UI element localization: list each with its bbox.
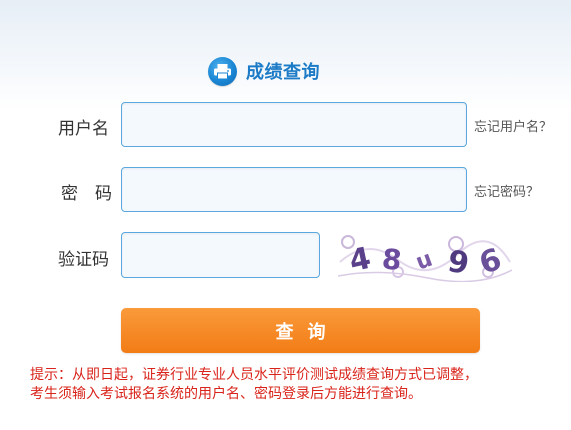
query-button[interactable]: 查询 <box>121 308 480 353</box>
captcha-glyph: u <box>413 247 436 276</box>
username-label: 用户名 <box>58 119 109 139</box>
notice-line-1: 提示：从即日起，证券行业专业人员水平评价测试成绩查询方式已调整， <box>30 367 478 383</box>
captcha-label: 验证码 <box>58 250 109 270</box>
score-query-page: 成绩查询 用户名 忘记用户名？ 密 码 忘记密码？ 验证码 4 8 u 9 6 … <box>0 0 571 430</box>
forgot-password-link[interactable]: 忘记密码？ <box>474 181 539 200</box>
username-input[interactable] <box>121 102 467 147</box>
page-header: 成绩查询 <box>208 56 320 86</box>
password-label: 密 码 <box>61 184 112 204</box>
printer-icon <box>208 56 237 86</box>
captcha-glyph: 6 <box>475 242 506 282</box>
notice-line-2: 考生须输入考试报名系统的用户名、密码登录后方能进行查询。 <box>30 386 422 402</box>
password-input[interactable] <box>121 167 467 212</box>
forgot-username-link[interactable]: 忘记用户名？ <box>474 116 552 135</box>
notice-text: 提示：从即日起，证券行业专业人员水平评价测试成绩查询方式已调整， 考生须输入考试… <box>30 366 560 404</box>
page-title: 成绩查询 <box>246 62 320 83</box>
captcha-input[interactable] <box>121 232 320 278</box>
captcha-glyph: 8 <box>380 242 403 277</box>
captcha-glyph: 9 <box>445 244 472 282</box>
captcha-image[interactable]: 4 8 u 9 6 <box>337 232 513 283</box>
